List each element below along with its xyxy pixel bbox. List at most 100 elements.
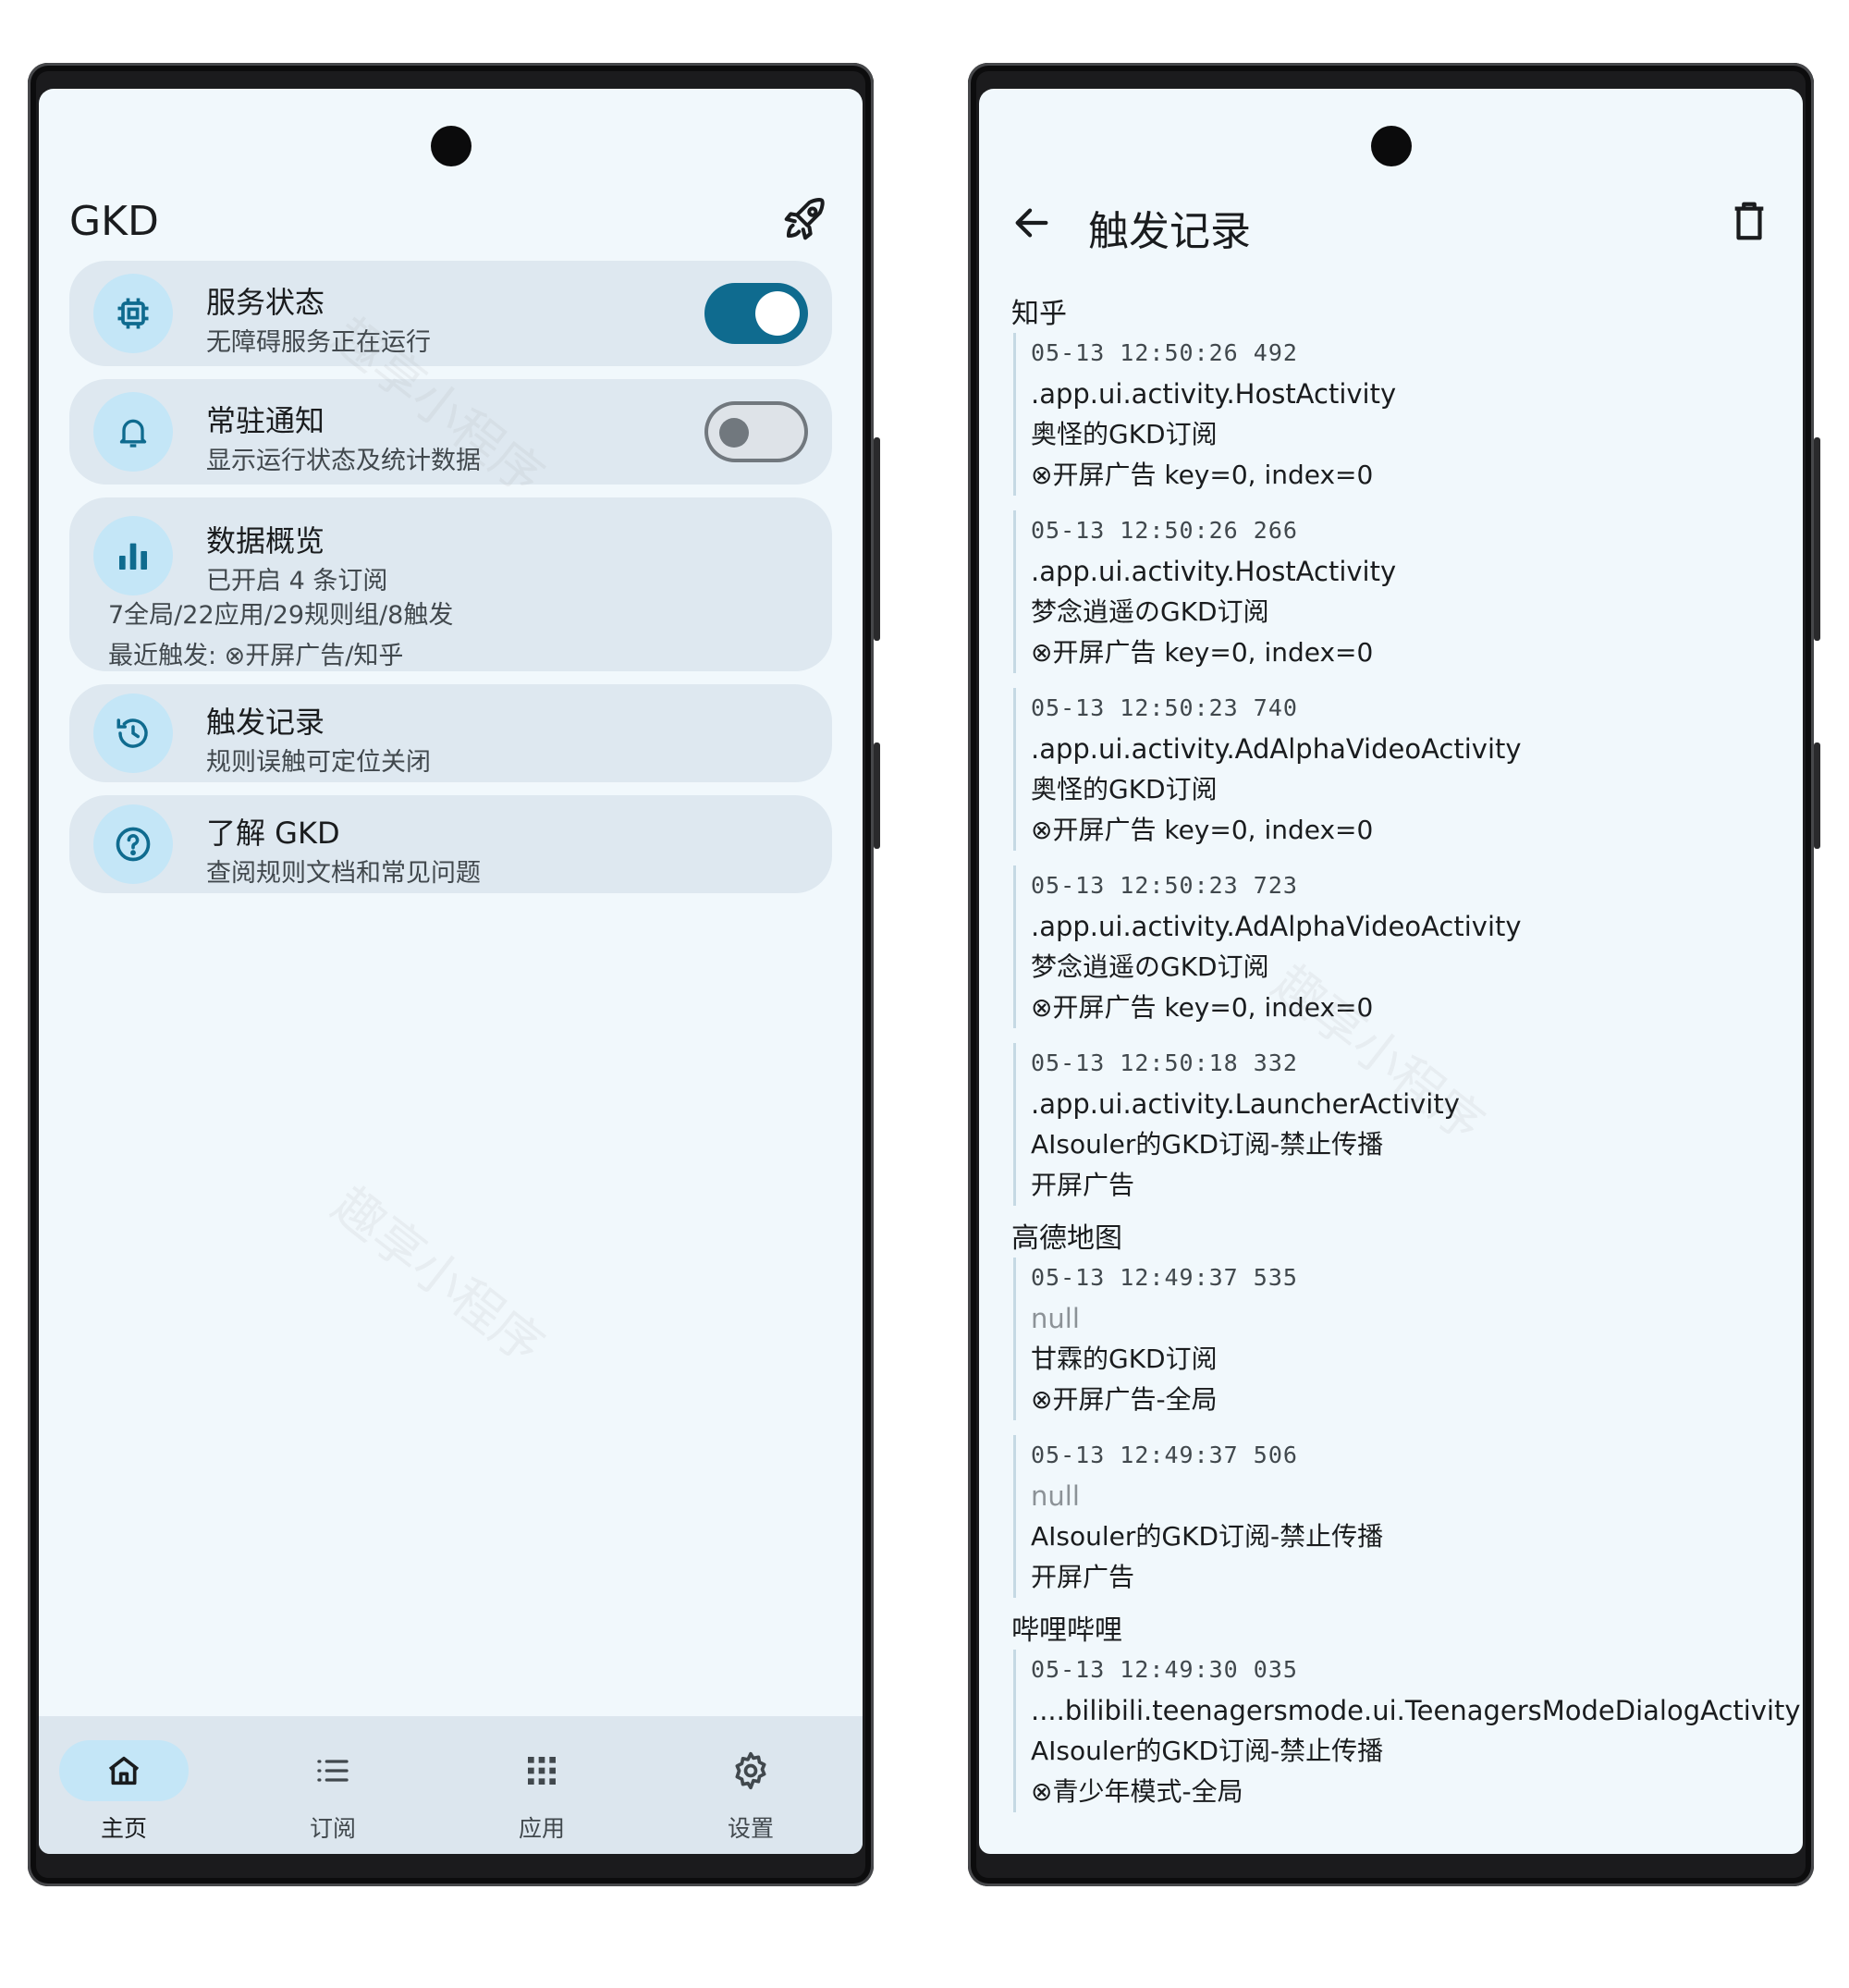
- record-entry[interactable]: 05-13 12:49:30 035 ....bilibili.teenagers…: [1013, 1650, 1801, 1812]
- record-entry[interactable]: 05-13 12:50:23 723 .app.ui.activity.AdAlp…: [1013, 865, 1794, 1028]
- record-subscription: 甘霖的GKD订阅: [1031, 1344, 1218, 1374]
- history-icon: [93, 693, 173, 773]
- nav-label: 主页: [100, 1815, 147, 1842]
- page-title: 触发记录: [1088, 208, 1251, 255]
- bar-chart-icon: [93, 516, 173, 595]
- camera-cutout: [1370, 126, 1412, 166]
- group-app-name: 知乎: [1011, 298, 1067, 330]
- card-title: 常驻通知: [206, 403, 325, 438]
- volume-button: [1814, 437, 1820, 641]
- record-time: 05-13 12:50:26 266: [1031, 517, 1298, 544]
- record-activity: .app.ui.activity.AdAlphaVideoActivity: [1031, 733, 1522, 765]
- record-activity: .app.ui.activity.AdAlphaVideoActivity: [1031, 911, 1522, 942]
- record-entry[interactable]: 05-13 12:50:18 332 .app.ui.activity.Launc…: [1013, 1043, 1794, 1206]
- record-activity: ....bilibili.teenagersmode.ui.TeenagersM…: [1031, 1695, 1801, 1726]
- record-time: 05-13 12:49:37 535: [1031, 1264, 1298, 1291]
- record-entry[interactable]: 05-13 12:49:37 535 null 甘霖的GKD订阅 ⊗开屏广告-全局: [1013, 1258, 1794, 1420]
- record-activity: null: [1031, 1480, 1080, 1512]
- power-button: [874, 742, 880, 849]
- nav-settings[interactable]: 设置: [686, 1740, 815, 1844]
- watermark: 趣享小程序: [322, 1175, 555, 1376]
- camera-cutout: [430, 126, 471, 166]
- nav-home[interactable]: 主页: [59, 1740, 189, 1844]
- record-time: 05-13 12:50:23 723: [1031, 872, 1298, 899]
- nav-label: 应用: [518, 1815, 565, 1842]
- record-subscription: AIsouler的GKD订阅-禁止传播: [1031, 1736, 1384, 1766]
- bottom-navigation: 主页 订阅 应用 设置: [39, 1716, 863, 1854]
- record-entry[interactable]: 05-13 12:50:23 740 .app.ui.activity.AdAlp…: [1013, 688, 1794, 851]
- list-icon: [268, 1740, 398, 1801]
- card-subtitle: 规则误触可定位关闭: [206, 748, 431, 777]
- record-group: 哔哩哔哩 05-13 12:49:30 035 ....bilibili.teena…: [1011, 1613, 1801, 1812]
- record-entry[interactable]: 05-13 12:50:26 492 .app.ui.activity.HostA…: [1013, 333, 1794, 496]
- gear-icon: [686, 1740, 815, 1801]
- about-card[interactable]: 了解 GKD 查阅规则文档和常见问题: [69, 795, 832, 893]
- record-rule: ⊗开屏广告-全局: [1031, 1384, 1218, 1415]
- record-rule: ⊗开屏广告 key=0, index=0: [1031, 815, 1374, 845]
- phone-frame-right: 触发记录 知乎 05-13 12:50:26 492 .app.ui.activit…: [968, 63, 1820, 1886]
- service-status-card[interactable]: 服务状态 无障碍服务正在运行: [69, 261, 832, 366]
- stats-summary: 7全局/22应用/29规则组/8触发: [108, 601, 454, 630]
- record-rule: ⊗开屏广告 key=0, index=0: [1031, 460, 1374, 490]
- trash-icon[interactable]: [1731, 200, 1768, 242]
- record-rule: 开屏广告: [1031, 1562, 1135, 1592]
- apps-grid-icon: [477, 1740, 606, 1801]
- record-activity: .app.ui.activity.LauncherActivity: [1031, 1088, 1460, 1120]
- record-rule: ⊗开屏广告 key=0, index=0: [1031, 992, 1374, 1023]
- trigger-records-card[interactable]: 触发记录 规则误触可定位关闭: [69, 684, 832, 782]
- bell-icon: [93, 392, 173, 472]
- notification-card[interactable]: 常驻通知 显示运行状态及统计数据: [69, 379, 832, 485]
- toggle-knob: [755, 291, 800, 336]
- card-title: 服务状态: [206, 285, 325, 320]
- record-rule: 开屏广告: [1031, 1170, 1135, 1200]
- record-time: 05-13 12:49:30 035: [1031, 1656, 1298, 1683]
- nav-label: 订阅: [309, 1815, 356, 1842]
- nav-subscriptions[interactable]: 订阅: [268, 1740, 398, 1844]
- group-app-name: 哔哩哔哩: [1011, 1614, 1122, 1647]
- card-title: 数据概览: [206, 523, 325, 558]
- nav-label: 设置: [727, 1815, 774, 1842]
- home-icon: [59, 1740, 189, 1801]
- record-entry[interactable]: 05-13 12:49:37 506 null AIsouler的GKD订阅-禁止传…: [1013, 1435, 1794, 1598]
- record-subscription: AIsouler的GKD订阅-禁止传播: [1031, 1129, 1384, 1160]
- data-overview-card[interactable]: 数据概览 已开启 4 条订阅 7全局/22应用/29规则组/8触发 最近触发: …: [69, 497, 832, 671]
- volume-button: [874, 437, 880, 641]
- record-activity: .app.ui.activity.HostActivity: [1031, 378, 1397, 410]
- record-subscription: 奥怪的GKD订阅: [1031, 774, 1218, 804]
- card-subtitle: 显示运行状态及统计数据: [206, 447, 481, 475]
- card-subtitle: 查阅规则文档和常见问题: [206, 859, 481, 888]
- stats-text: 7全局/22应用/29规则组/8触发 最近触发: ⊗开屏广告/知乎: [108, 595, 453, 677]
- record-time: 05-13 12:49:37 506: [1031, 1442, 1298, 1468]
- card-title: 了解 GKD: [206, 816, 340, 851]
- records-list: 知乎 05-13 12:50:26 492 .app.ui.activity.Hos…: [1011, 296, 1801, 1827]
- record-rule: ⊗青少年模式-全局: [1031, 1776, 1243, 1807]
- notification-toggle[interactable]: [704, 401, 808, 462]
- record-time: 05-13 12:50:23 740: [1031, 694, 1298, 721]
- app-title: GKD: [69, 198, 159, 245]
- group-app-name: 高德地图: [1011, 1222, 1122, 1255]
- trigger-records-screen: 触发记录 知乎 05-13 12:50:26 492 .app.ui.activit…: [979, 89, 1803, 1854]
- card-subtitle: 无障碍服务正在运行: [206, 328, 431, 357]
- record-subscription: AIsouler的GKD订阅-禁止传播: [1031, 1521, 1384, 1552]
- record-subscription: 梦念逍遥のGKD订阅: [1031, 596, 1269, 627]
- rocket-icon[interactable]: [780, 194, 830, 244]
- help-icon: [93, 804, 173, 884]
- record-activity: null: [1031, 1303, 1080, 1334]
- record-entry[interactable]: 05-13 12:50:26 266 .app.ui.activity.HostA…: [1013, 510, 1794, 673]
- record-activity: .app.ui.activity.HostActivity: [1031, 556, 1397, 587]
- chip-icon: [93, 274, 173, 353]
- record-group: 知乎 05-13 12:50:26 492 .app.ui.activity.Hos…: [1011, 296, 1794, 1206]
- service-toggle[interactable]: [704, 283, 808, 344]
- record-time: 05-13 12:50:26 492: [1031, 339, 1298, 366]
- latest-trigger: 最近触发: ⊗开屏广告/知乎: [108, 642, 404, 670]
- record-subscription: 奥怪的GKD订阅: [1031, 419, 1218, 449]
- record-rule: ⊗开屏广告 key=0, index=0: [1031, 637, 1374, 668]
- card-title: 触发记录: [206, 705, 325, 740]
- back-arrow-icon[interactable]: [1010, 202, 1053, 244]
- record-time: 05-13 12:50:18 332: [1031, 1049, 1298, 1076]
- power-button: [1814, 742, 1820, 849]
- record-subscription: 梦念逍遥のGKD订阅: [1031, 951, 1269, 982]
- card-subtitle: 已开启 4 条订阅: [206, 567, 388, 595]
- home-screen: GKD 服务状态 无障碍服务正在运行 常驻通知 显示运行状态及统计数据 数据概览…: [39, 89, 863, 1854]
- nav-apps[interactable]: 应用: [477, 1740, 606, 1844]
